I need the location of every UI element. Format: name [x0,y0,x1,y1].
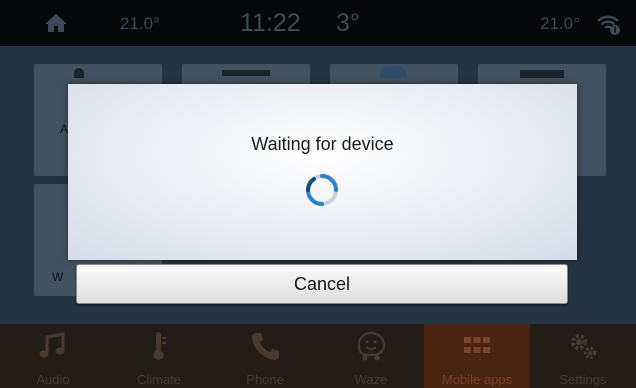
nav-label: Audio [36,372,70,387]
phone-icon [252,333,279,360]
apps-grid-icon [464,337,490,353]
loading-spinner-icon [306,174,338,206]
cancel-button[interactable]: Cancel [76,264,568,304]
passenger-temperature[interactable]: 21.0° [540,14,580,34]
outside-temperature: 3° [336,9,360,37]
nav-climate[interactable]: Climate [106,324,212,388]
nav-label: Waze [354,372,388,387]
nav-label: Settings [559,372,607,387]
app-tile-icon [380,66,406,78]
waiting-dialog: Waiting for device [68,84,577,260]
nav-phone[interactable]: Phone [212,324,318,388]
nav-label: Mobile apps [441,372,513,387]
clock: 11:22 [240,9,301,37]
app-tile-icon [222,70,270,76]
waze-icon [357,331,386,361]
bottom-navigation: Audio Climate Phone Waze Mobile apps Set… [0,324,636,388]
wifi-info-icon [597,15,620,35]
nav-label: Phone [246,372,284,387]
gears-icon [571,334,597,360]
dialog-title: Waiting for device [251,134,394,154]
status-bar: 21.0° 11:22 3° 21.0° [0,0,636,46]
app-tile-label: W [52,270,64,284]
nav-waze[interactable]: Waze [318,324,424,388]
app-tile-label: A [60,122,69,136]
nav-label: Climate [136,372,182,387]
music-note-icon [39,332,65,358]
nav-mobile-apps[interactable]: Mobile apps [424,324,530,388]
app-tile-icon [520,70,564,78]
driver-temperature[interactable]: 21.0° [120,14,160,34]
home-icon[interactable] [44,13,68,33]
thermometer-icon [153,332,166,360]
app-tile-icon [74,68,84,78]
nav-audio[interactable]: Audio [0,324,106,388]
nav-settings[interactable]: Settings [530,324,636,388]
